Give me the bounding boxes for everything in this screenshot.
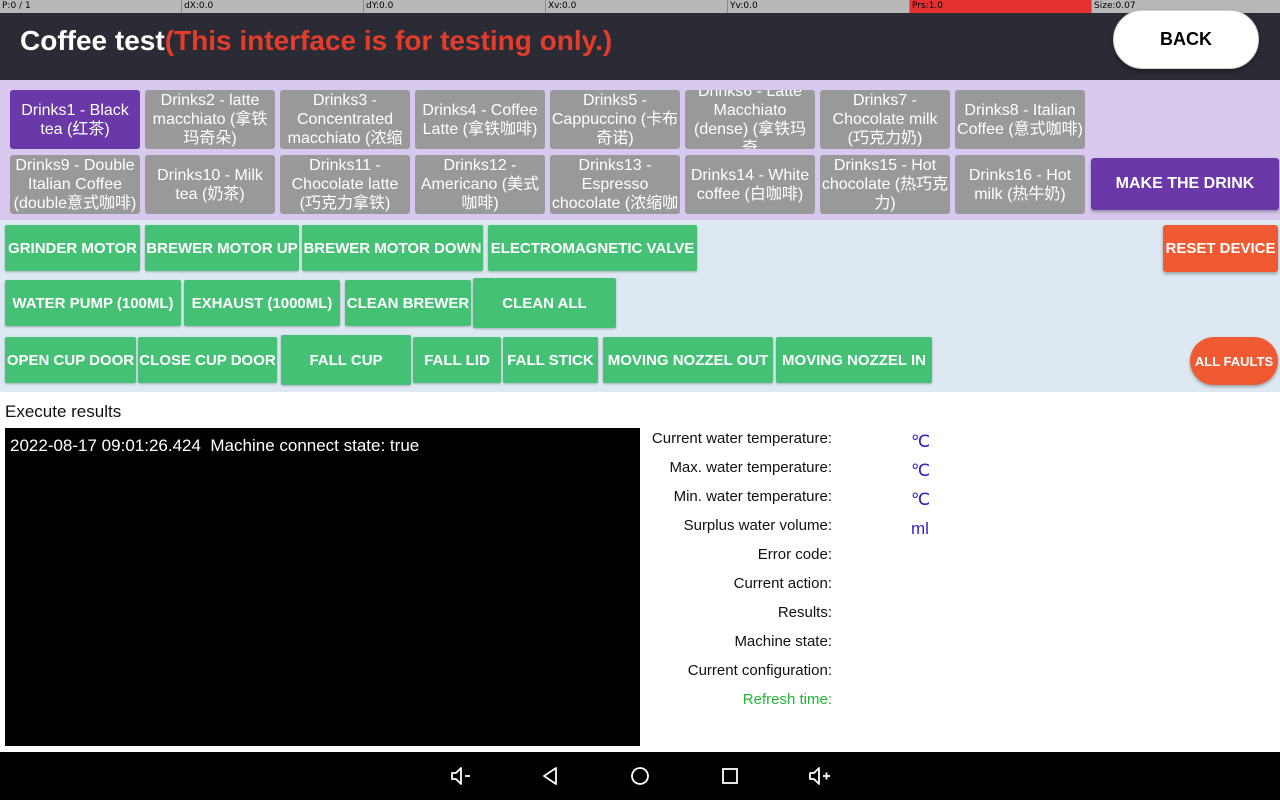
current-water-temp-label: Current water temperature:	[651, 430, 832, 447]
error-code-label: Error code:	[757, 546, 832, 563]
recents-icon[interactable]	[718, 764, 742, 788]
grinder-motor-button[interactable]: GRINDER MOTOR	[5, 225, 140, 271]
status-units: ℃ ℃ ℃ ml	[911, 430, 930, 546]
testing-warning: (This interface is for testing only.)	[164, 25, 613, 56]
brewer-motor-down-button[interactable]: BREWER MOTOR DOWN	[302, 225, 483, 271]
min-water-temp-label: Min. water temperature:	[673, 488, 832, 505]
moving-nozzel-out-button[interactable]: MOVING NOZZEL OUT	[603, 337, 773, 383]
refresh-time-label: Refresh time:	[742, 691, 832, 708]
all-faults-button[interactable]: ALL FAULTS	[1190, 337, 1278, 385]
drink-button-13[interactable]: Drinks13 - Espresso chocolate (浓缩咖	[550, 155, 680, 214]
back-icon[interactable]	[538, 764, 562, 788]
header-bar: Coffee test(This interface is for testin…	[0, 10, 1280, 80]
drink-button-9[interactable]: Drinks9 - Double Italian Coffee (double意…	[10, 155, 140, 214]
current-action-label: Current action:	[733, 575, 832, 592]
fall-cup-button[interactable]: FALL CUP	[281, 335, 411, 385]
surplus-water-volume-unit: ml	[911, 519, 929, 538]
brewer-motor-up-button[interactable]: BREWER MOTOR UP	[145, 225, 299, 271]
results-console: 2022-08-17 09:01:26.424 Machine connect …	[5, 428, 640, 746]
debug-cell-yv: Yv:0.0	[728, 0, 910, 13]
exhaust-button[interactable]: EXHAUST (1000ML)	[184, 280, 340, 326]
fall-lid-button[interactable]: FALL LID	[413, 337, 501, 383]
drink-button-2[interactable]: Drinks2 - latte macchiato (拿铁玛奇朵)	[145, 90, 275, 149]
max-water-temp-unit: ℃	[911, 461, 931, 480]
app-window: P:0 / 1 dX:0.0 dY:0.0 Xv:0.0 Yv:0.0 Prs:…	[0, 0, 1280, 800]
open-cup-door-button[interactable]: OPEN CUP DOOR	[5, 337, 136, 383]
controls-panel: GRINDER MOTOR BREWER MOTOR UP BREWER MOT…	[0, 220, 1280, 392]
drink-button-3[interactable]: Drinks3 - Concentrated macchiato (浓缩	[280, 90, 410, 149]
drink-button-8[interactable]: Drinks8 - Italian Coffee (意式咖啡)	[955, 90, 1085, 149]
debug-cell-prs: Prs:1.0	[910, 0, 1092, 13]
min-water-temp-unit: ℃	[911, 490, 931, 509]
drink-button-5[interactable]: Drinks5 - Cappuccino (卡布奇诺)	[550, 90, 680, 149]
drink-button-11[interactable]: Drinks11 - Chocolate latte (巧克力拿铁)	[280, 155, 410, 214]
back-button[interactable]: BACK	[1113, 10, 1259, 69]
moving-nozzel-in-button[interactable]: MOVING NOZZEL IN	[776, 337, 932, 383]
execute-results-label: Execute results	[5, 402, 122, 421]
current-configuration-label: Current configuration:	[687, 662, 832, 679]
drink-button-12[interactable]: Drinks12 - Americano (美式咖啡)	[415, 155, 545, 214]
drink-button-10[interactable]: Drinks10 - Milk tea (奶茶)	[145, 155, 275, 214]
fall-stick-button[interactable]: FALL STICK	[503, 337, 598, 383]
max-water-temp-label: Max. water temperature:	[669, 459, 832, 476]
debug-cell-p: P:0 / 1	[0, 0, 182, 13]
clean-all-button[interactable]: CLEAN ALL	[473, 278, 616, 328]
drink-button-1[interactable]: Drinks1 - Black tea (红茶)	[10, 90, 140, 149]
current-water-temp-unit: ℃	[911, 432, 931, 451]
clean-brewer-button[interactable]: CLEAN BREWER	[345, 280, 471, 326]
results-label: Results:	[777, 604, 832, 621]
system-nav-bar	[0, 752, 1280, 800]
page-title: Coffee test(This interface is for testin…	[20, 25, 612, 57]
drink-button-15[interactable]: Drinks15 - Hot chocolate (热巧克力)	[820, 155, 950, 214]
drink-button-7[interactable]: Drinks7 - Chocolate milk (巧克力奶)	[820, 90, 950, 149]
debug-cell-xv: Xv:0.0	[546, 0, 728, 13]
reset-device-button[interactable]: RESET DEVICE	[1163, 225, 1278, 272]
drink-button-14[interactable]: Drinks14 - White coffee (白咖啡)	[685, 155, 815, 214]
debug-cell-dy: dY:0.0	[364, 0, 546, 13]
status-labels: Current water temperature: Max. water te…	[640, 430, 832, 720]
close-cup-door-button[interactable]: CLOSE CUP DOOR	[138, 337, 277, 383]
drink-button-16[interactable]: Drinks16 - Hot milk (热牛奶)	[955, 155, 1085, 214]
debug-cell-dx: dX:0.0	[182, 0, 364, 13]
drink-button-4[interactable]: Drinks4 - Coffee Latte (拿铁咖啡)	[415, 90, 545, 149]
drinks-panel: Drinks1 - Black tea (红茶) Drinks2 - latte…	[0, 80, 1280, 220]
electromagnetic-valve-button[interactable]: ELECTROMAGNETIC VALVE	[488, 225, 697, 271]
make-drink-button[interactable]: MAKE THE DRINK	[1091, 158, 1279, 210]
surplus-water-volume-label: Surplus water volume:	[683, 517, 832, 534]
drink-button-6[interactable]: Drinks6 - Latte Macchiato (dense) (拿铁玛奇	[685, 90, 815, 149]
title-text: Coffee test	[20, 25, 165, 56]
pointer-debug-bar: P:0 / 1 dX:0.0 dY:0.0 Xv:0.0 Yv:0.0 Prs:…	[0, 0, 1280, 13]
home-icon[interactable]	[628, 764, 652, 788]
volume-down-icon[interactable]	[448, 764, 472, 788]
water-pump-button[interactable]: WATER PUMP (100ML)	[5, 280, 181, 326]
volume-up-icon[interactable]	[808, 764, 832, 788]
machine-state-label: Machine state:	[734, 633, 832, 650]
